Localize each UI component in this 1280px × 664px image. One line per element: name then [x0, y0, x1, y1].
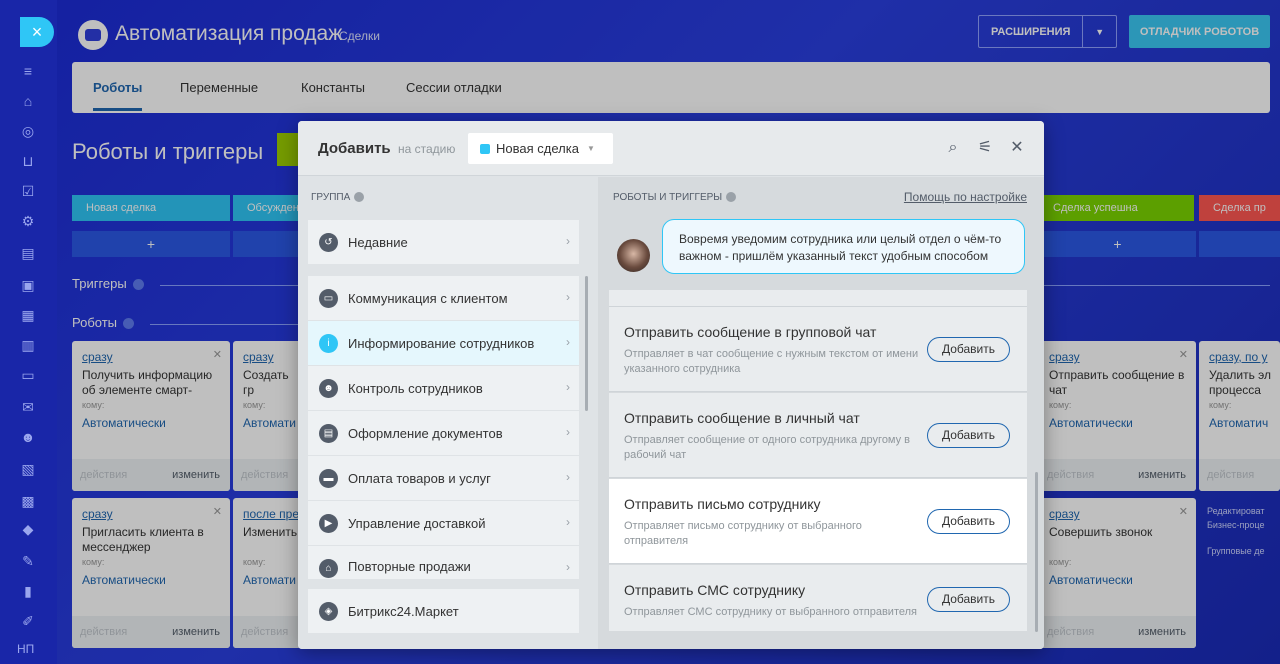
stage-select[interactable]: Новая сделка ▼	[468, 133, 613, 164]
robot-item-description: Отправляет сообщение от одного сотрудник…	[624, 434, 911, 461]
robot-item[interactable]: Отправить сообщение в личный чат Отправл…	[609, 393, 1027, 478]
add-robot-button[interactable]: Добавить	[927, 337, 1010, 362]
employees-icon[interactable]: ☻	[19, 428, 37, 446]
tasks-icon[interactable]: ☑	[19, 182, 37, 200]
people-icon: ☻	[319, 378, 338, 398]
group-item-label: Оформление документов	[348, 425, 503, 441]
robot-item-title: Отправить сообщение в групповой чат	[624, 324, 877, 340]
group-item-recent[interactable]: ↺ Недавние ›	[308, 220, 579, 264]
group-item-employee-notification[interactable]: i Информирование сотрудников ›	[308, 321, 579, 365]
search-icon[interactable]: ⌕	[944, 139, 962, 157]
add-robot-dialog: Добавить на стадию Новая сделка ▼ ⌕ ⚟ ✕ Г…	[298, 121, 1044, 649]
group-title: ГРУППА	[311, 192, 365, 203]
robot-item-description: Отправляет письмо сотруднику от выбранно…	[624, 520, 862, 547]
info-icon: i	[319, 333, 338, 353]
analytics-icon[interactable]: ▮	[19, 582, 37, 600]
user-avatar[interactable]: НП	[17, 642, 34, 656]
chevron-right-icon: ›	[566, 470, 570, 484]
stage-label: на стадию	[398, 142, 456, 156]
chevron-right-icon: ›	[566, 290, 570, 304]
chat-icon: ▭	[319, 288, 338, 308]
group-item-label: Коммуникация с клиентом	[348, 290, 508, 306]
chat-icon[interactable]: ▣	[19, 276, 37, 294]
chevron-right-icon: ›	[566, 234, 570, 248]
document-icon: ▤	[319, 423, 338, 443]
assistant-avatar	[617, 239, 650, 272]
help-icon[interactable]	[726, 192, 737, 203]
group-item-label: Оплата товаров и услуг	[348, 470, 491, 486]
wallet-icon: ▬	[319, 468, 338, 488]
truck-icon: ▶	[319, 513, 338, 533]
group-item-client-communication[interactable]: ▭ Коммуникация с клиентом ›	[308, 276, 579, 320]
add-robot-button[interactable]: Добавить	[927, 587, 1010, 612]
robots-panel: РОБОТЫ И ТРИГГЕРЫ Помощь по настройке Во…	[598, 177, 1044, 649]
robots-panel-title: РОБОТЫ И ТРИГГЕРЫ	[613, 192, 737, 203]
filter-icon[interactable]: ≡	[19, 62, 37, 80]
group-item-label: Недавние	[348, 234, 408, 250]
chevron-right-icon: ›	[566, 335, 570, 349]
robots-scrollbar[interactable]	[1035, 472, 1038, 632]
close-icon[interactable]: ✕	[1008, 139, 1026, 157]
group-title-text: ГРУППА	[311, 192, 351, 203]
robot-item-title: Отправить СМС сотруднику	[624, 582, 806, 598]
market-icon: ◈	[319, 601, 338, 621]
stage-select-value: Новая сделка	[496, 141, 579, 156]
left-rail: × ≡ ⌂ ◎ ⊔ ☑ ⚙ ▤ ▣ ▦ ▥ ▭ ✉ ☻ ▧ ▩ ◆ ✎ ▮ ✐ …	[0, 0, 57, 664]
document-icon[interactable]: ▥	[19, 336, 37, 354]
robot-item[interactable]: Отправить СМС сотруднику Отправляет СМС …	[609, 565, 1027, 631]
mail-icon[interactable]: ✉	[19, 398, 37, 416]
calendar-icon[interactable]: ▦	[19, 306, 37, 324]
group-item-documents[interactable]: ▤ Оформление документов ›	[308, 411, 579, 455]
group-item-label: Управление доставкой	[348, 515, 486, 531]
group-item-label: Контроль сотрудников	[348, 380, 483, 396]
chevron-right-icon: ›	[566, 515, 570, 529]
robot-item-description: Отправляет СМС сотруднику от выбранного …	[624, 606, 917, 618]
group-item-label: Повторные продажи	[348, 559, 471, 574]
group-item-employee-control[interactable]: ☻ Контроль сотрудников ›	[308, 366, 579, 410]
dialog-title: Добавить	[318, 140, 391, 157]
robot-item[interactable]: Отправить письмо сотруднику Отправляет п…	[609, 479, 1027, 564]
group-item-label: Битрикс24.Маркет	[348, 603, 459, 619]
shop-icon: ⌂	[319, 559, 338, 578]
group-panel: ГРУППА ↺ Недавние › ▭ Коммуникация с клиент…	[298, 177, 597, 649]
help-icon[interactable]	[354, 192, 365, 203]
chevron-right-icon: ›	[566, 425, 570, 439]
inbox-icon[interactable]: ▭	[19, 366, 37, 384]
settings-sliders-icon[interactable]: ⚟	[976, 139, 994, 157]
robots-panel-title-text: РОБОТЫ И ТРИГГЕРЫ	[613, 192, 723, 203]
setup-help-link[interactable]: Помощь по настройке	[904, 190, 1027, 204]
hint-bubble: Вовремя уведомим сотрудника или целый от…	[662, 219, 1025, 274]
edit-list-icon[interactable]: ✐	[19, 612, 37, 630]
target-icon[interactable]: ◎	[19, 122, 37, 140]
add-robot-button[interactable]: Добавить	[927, 509, 1010, 534]
stage-color-icon	[480, 143, 490, 154]
group-item-delivery[interactable]: ▶ Управление доставкой ›	[308, 501, 579, 545]
group-item-label: Информирование сотрудников	[348, 335, 535, 351]
cart-icon[interactable]: ⊔	[19, 152, 37, 170]
group-item-repeat-sales[interactable]: ⌂ Повторные продажи ›	[308, 546, 579, 579]
history-icon: ↺	[319, 232, 338, 252]
feed-icon[interactable]: ▤	[19, 244, 37, 262]
contacts-icon[interactable]: ▧	[19, 460, 37, 478]
home-icon[interactable]: ⌂	[19, 92, 37, 110]
robot-item-title: Отправить письмо сотруднику	[624, 496, 821, 512]
group-scrollbar[interactable]	[585, 276, 588, 411]
group-item-payment[interactable]: ▬ Оплата товаров и услуг ›	[308, 456, 579, 500]
chevron-down-icon: ▼	[586, 144, 595, 153]
crm-icon[interactable]: ⚙	[19, 212, 37, 230]
group-item-market[interactable]: ◈ Битрикс24.Маркет	[308, 589, 579, 633]
dialog-header: Добавить на стадию Новая сделка ▼ ⌕ ⚟ ✕	[298, 121, 1044, 176]
close-slider-button[interactable]: ×	[20, 17, 54, 47]
add-robot-button[interactable]: Добавить	[927, 423, 1010, 448]
chevron-right-icon: ›	[566, 380, 570, 394]
list-top-edge	[609, 290, 1027, 307]
box-icon[interactable]: ◆	[19, 520, 37, 538]
bank-icon[interactable]: ▩	[19, 492, 37, 510]
sign-icon[interactable]: ✎	[19, 552, 37, 570]
chevron-right-icon: ›	[566, 560, 570, 574]
robot-item-title: Отправить сообщение в личный чат	[624, 410, 860, 426]
robot-item[interactable]: Отправить сообщение в групповой чат Отпр…	[609, 307, 1027, 392]
robot-item-description: Отправляет в чат сообщение с нужным текс…	[624, 348, 919, 375]
